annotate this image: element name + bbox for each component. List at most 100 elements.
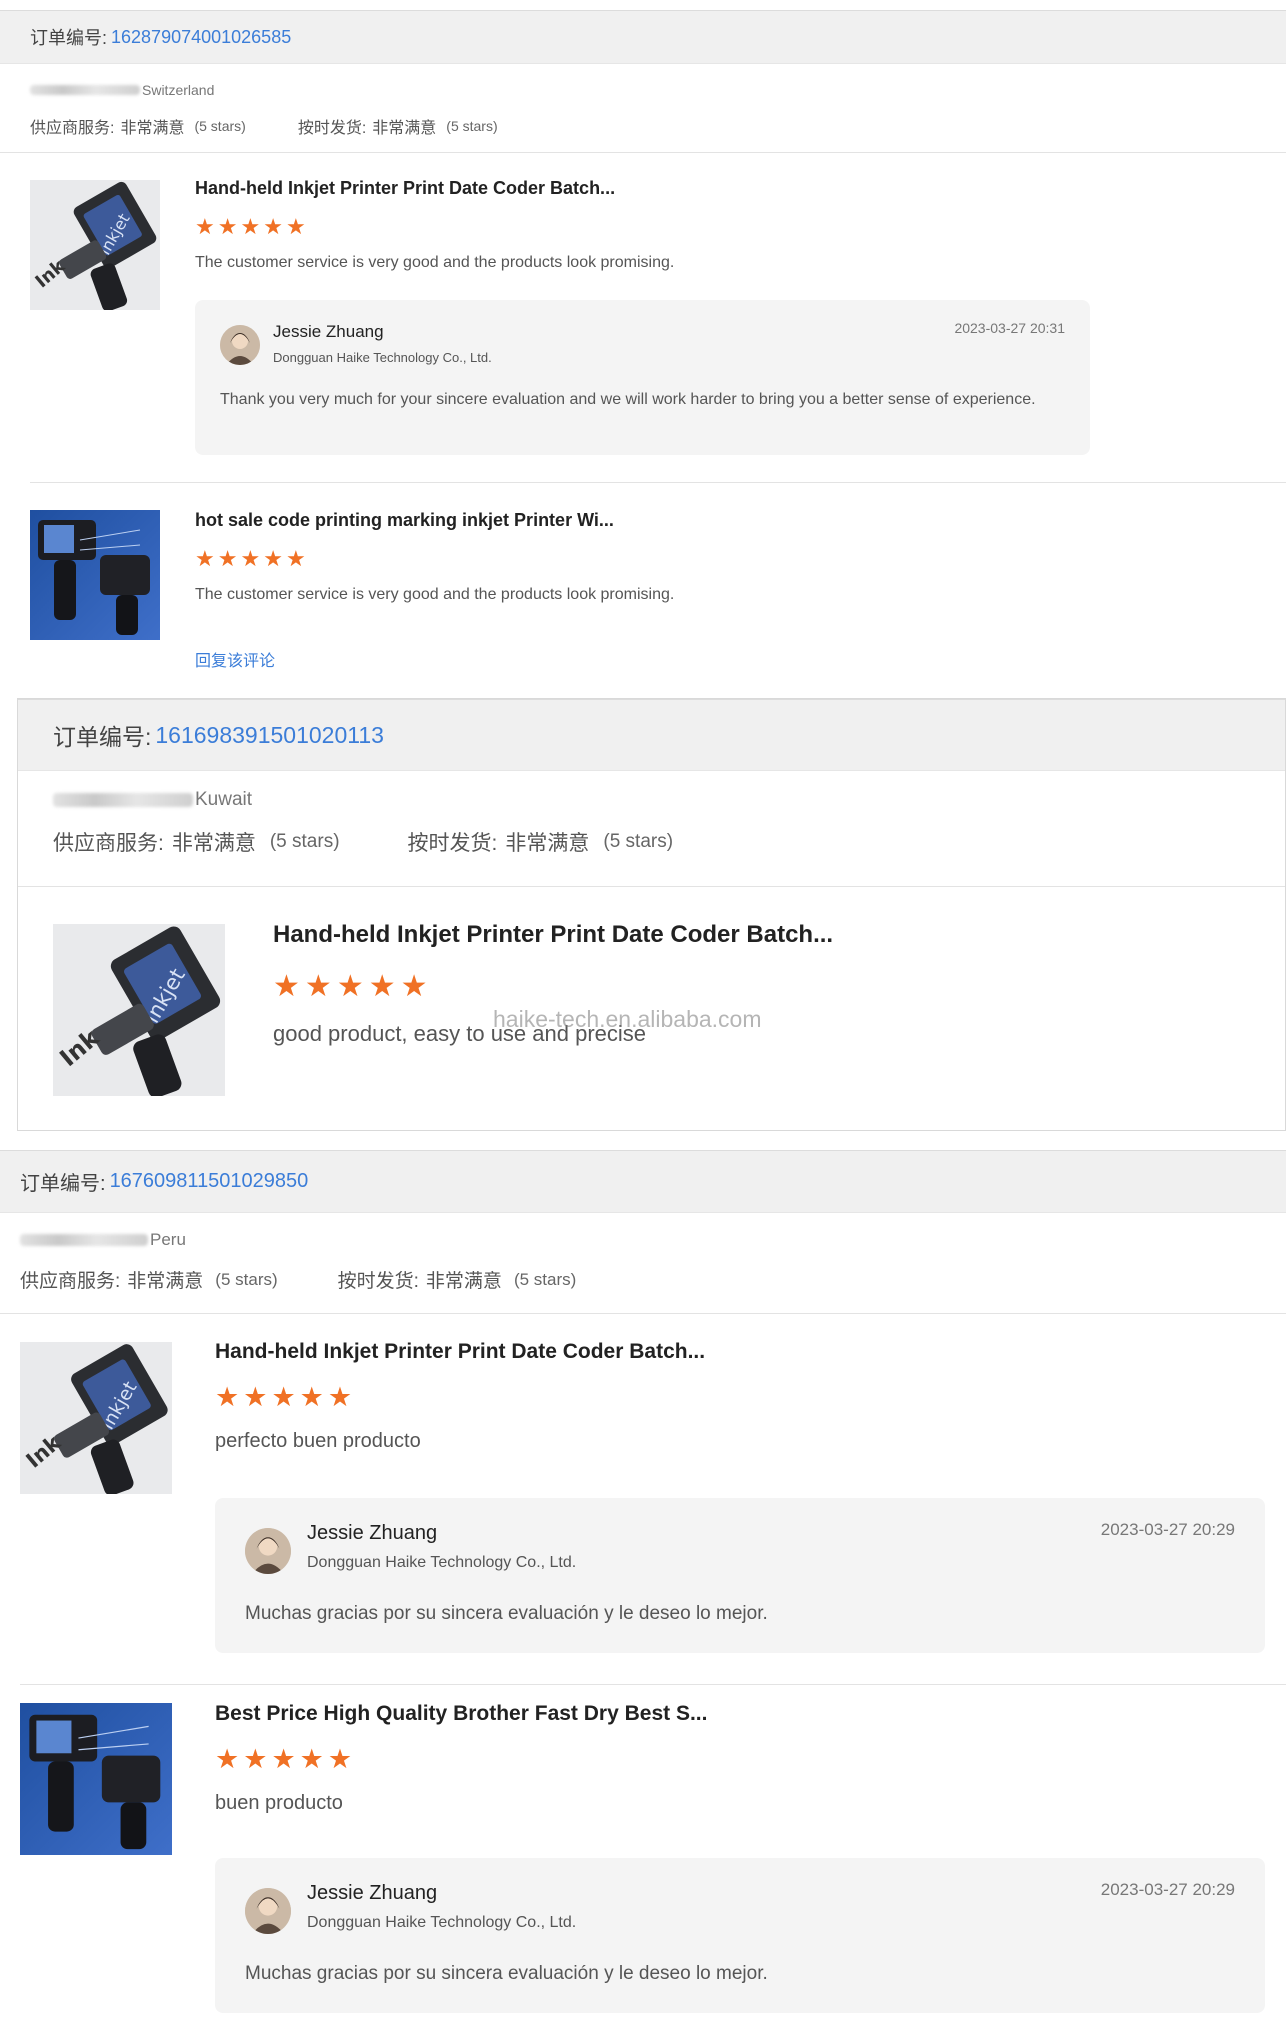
star-rating: ★ ★ ★ ★ ★ bbox=[215, 1382, 352, 1413]
order-card-1: 订单编号: 162879074001026585 Switzerland 供应商… bbox=[0, 10, 1286, 690]
star-icon: ★ bbox=[243, 1744, 268, 1774]
buyer-location: Kuwait bbox=[53, 787, 1285, 813]
star-icon: ★ bbox=[240, 546, 261, 571]
star-icon: ★ bbox=[243, 1382, 268, 1412]
buyer-country: Kuwait bbox=[195, 789, 253, 810]
star-icon: ★ bbox=[299, 1382, 324, 1412]
seller-reply: Jessie Zhuang Dongguan Haike Technology … bbox=[215, 1498, 1265, 1653]
supplier-service-stars: (5 stars) bbox=[269, 831, 340, 852]
star-icon: ★ bbox=[263, 214, 283, 239]
reply-date: 2023-03-27 20:29 bbox=[1100, 1520, 1235, 1539]
replier-company: Dongguan Haike Technology Co., Ltd. bbox=[307, 1914, 577, 1931]
shipping-label: 按时发货: bbox=[407, 832, 498, 855]
product-thumbnail[interactable] bbox=[20, 1703, 172, 1855]
avatar bbox=[245, 1888, 291, 1934]
replier-name: Jessie Zhuang bbox=[307, 1522, 438, 1544]
order-number[interactable]: 162879074001026585 bbox=[111, 27, 291, 48]
buyer-country: Switzerland bbox=[142, 82, 215, 98]
order-header: 订单编号: 161698391501020113 bbox=[18, 699, 1285, 771]
product-thumbnail[interactable]: inkjet Ink bbox=[20, 1342, 172, 1494]
inkjet-printer-image: inkjet Ink bbox=[53, 924, 225, 1096]
divider bbox=[0, 152, 1286, 153]
star-rating: ★ ★ ★ ★ ★ bbox=[195, 546, 306, 572]
star-icon: ★ bbox=[285, 214, 306, 239]
shipping-stars: (5 stars) bbox=[603, 831, 674, 852]
avatar bbox=[245, 1528, 291, 1574]
reply-message: Muchas gracias por su sincera evaluación… bbox=[245, 1603, 768, 1624]
star-icon: ★ bbox=[271, 1382, 296, 1412]
star-icon: ★ bbox=[240, 214, 261, 239]
buyer-name-redacted bbox=[20, 1234, 148, 1246]
divider bbox=[20, 1684, 1286, 1685]
replier-name: Jessie Zhuang bbox=[273, 322, 384, 341]
shipping-stars: (5 stars) bbox=[446, 118, 498, 134]
inkjet-printer-image: inkjet Ink bbox=[20, 1342, 172, 1494]
buyer-name-redacted bbox=[53, 793, 193, 807]
reply-message: Thank you very much for your sincere eva… bbox=[220, 391, 1036, 408]
star-icon: ★ bbox=[217, 214, 238, 239]
buyer-location: Switzerland bbox=[30, 80, 1286, 100]
product-title[interactable]: hot sale code printing marking inkjet Pr… bbox=[195, 510, 614, 531]
order-ratings: 供应商服务: 非常满意 (5 stars) 按时发货: 非常满意 (5 star… bbox=[20, 1266, 1286, 1293]
supplier-service-label: 供应商服务: bbox=[53, 832, 164, 855]
product-thumbnail[interactable]: inkjet Ink bbox=[53, 924, 225, 1096]
star-rating: ★ ★ ★ ★ ★ bbox=[215, 1744, 352, 1775]
reply-date: 2023-03-27 20:29 bbox=[1100, 1880, 1235, 1899]
order-card-3: 订单编号: 167609811501029850 Peru 供应商服务: 非常满… bbox=[0, 1150, 1286, 2041]
product-thumbnail[interactable] bbox=[30, 510, 160, 640]
divider bbox=[30, 482, 1286, 483]
order-number-label: 订单编号: bbox=[53, 724, 152, 750]
supplier-service-value: 非常满意 bbox=[171, 832, 256, 855]
order-header: 订单编号: 162879074001026585 bbox=[0, 10, 1286, 64]
seller-reply: Jessie Zhuang Dongguan Haike Technology … bbox=[195, 300, 1090, 455]
order-number-label: 订单编号: bbox=[20, 1173, 106, 1195]
divider bbox=[0, 1313, 1286, 1314]
product-title[interactable]: Best Price High Quality Brother Fast Dry… bbox=[215, 1702, 707, 1726]
product-title[interactable]: Hand-held Inkjet Printer Print Date Code… bbox=[215, 1340, 705, 1364]
star-icon: ★ bbox=[400, 970, 428, 1003]
product-title[interactable]: Hand-held Inkjet Printer Print Date Code… bbox=[195, 178, 615, 199]
star-icon: ★ bbox=[273, 970, 300, 1003]
supplier-service-label: 供应商服务: bbox=[20, 1271, 121, 1292]
star-icon: ★ bbox=[285, 546, 306, 571]
buyer-country: Peru bbox=[150, 1230, 186, 1249]
order-ratings: 供应商服务: 非常满意 (5 stars) 按时发货: 非常满意 (5 star… bbox=[53, 827, 1285, 857]
shipping-stars: (5 stars) bbox=[513, 1269, 577, 1289]
reply-message: Muchas gracias por su sincera evaluación… bbox=[245, 1963, 768, 1984]
star-icon: ★ bbox=[327, 1382, 353, 1412]
order-ratings: 供应商服务: 非常满意 (5 stars) 按时发货: 非常满意 (5 star… bbox=[30, 114, 1286, 138]
shipping-label: 按时发货: bbox=[337, 1271, 419, 1292]
reply-to-review-link[interactable]: 回复该评论 bbox=[195, 647, 275, 671]
buyer-name-redacted bbox=[30, 85, 140, 95]
reply-date: 2023-03-27 20:31 bbox=[954, 320, 1065, 336]
order-number[interactable]: 161698391501020113 bbox=[155, 722, 384, 749]
review-text: The customer service is very good and th… bbox=[195, 254, 675, 271]
supplier-service-label: 供应商服务: bbox=[30, 120, 115, 137]
avatar bbox=[220, 325, 260, 365]
product-thumbnail[interactable]: inkjet Ink bbox=[30, 180, 160, 310]
buyer-location: Peru bbox=[20, 1228, 1286, 1252]
review-text: perfecto buen producto bbox=[215, 1430, 421, 1452]
supplier-service-value: 非常满意 bbox=[120, 120, 185, 137]
replier-name: Jessie Zhuang bbox=[307, 1882, 438, 1904]
watermark: haike-tech.en.alibaba.com bbox=[493, 1006, 762, 1032]
star-rating: ★ ★ ★ ★ ★ bbox=[195, 214, 306, 240]
order-number[interactable]: 167609811501029850 bbox=[110, 1170, 309, 1193]
seller-reply: Jessie Zhuang Dongguan Haike Technology … bbox=[215, 1858, 1265, 2013]
star-icon: ★ bbox=[299, 1744, 324, 1774]
supplier-service-stars: (5 stars) bbox=[194, 118, 246, 134]
order-card-2: 订单编号: 161698391501020113 Kuwait 供应商服务: 非… bbox=[17, 698, 1286, 1131]
star-icon: ★ bbox=[215, 1382, 240, 1412]
replier-company: Dongguan Haike Technology Co., Ltd. bbox=[307, 1554, 577, 1571]
product-title[interactable]: Hand-held Inkjet Printer Print Date Code… bbox=[273, 921, 833, 949]
star-rating: ★ ★ ★ ★ ★ bbox=[273, 969, 428, 1004]
star-icon: ★ bbox=[336, 970, 364, 1003]
star-icon: ★ bbox=[271, 1744, 296, 1774]
star-icon: ★ bbox=[304, 970, 332, 1003]
order-number-label: 订单编号: bbox=[30, 28, 108, 48]
shipping-value: 非常满意 bbox=[372, 120, 437, 137]
review-text: buen producto bbox=[215, 1792, 343, 1814]
star-icon: ★ bbox=[327, 1744, 353, 1774]
shipping-label: 按时发货: bbox=[297, 120, 367, 137]
star-icon: ★ bbox=[195, 214, 215, 239]
